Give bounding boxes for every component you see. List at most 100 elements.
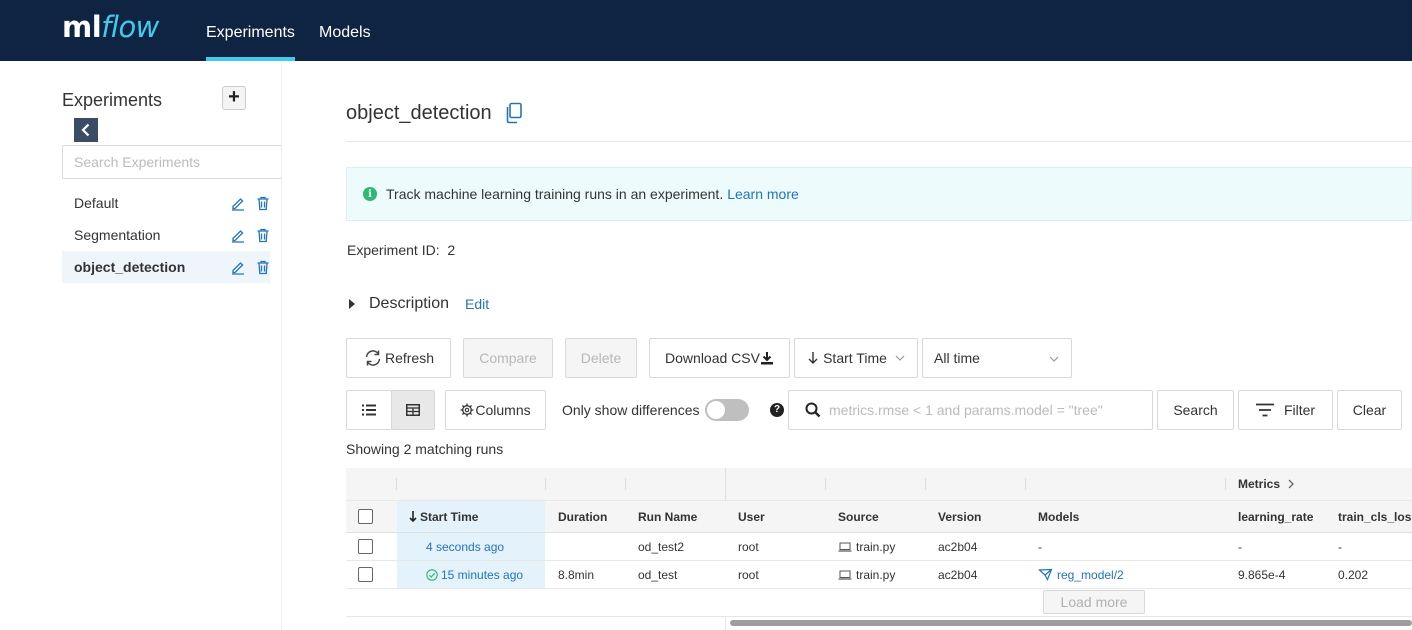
title-divider — [346, 141, 1412, 142]
time-range-select[interactable]: All time — [922, 338, 1072, 378]
load-more-button[interactable]: Load more — [1043, 590, 1145, 614]
edit-icon[interactable] — [230, 195, 246, 211]
sidebar-item-segmentation[interactable]: Segmentation — [62, 219, 270, 251]
column-header-row: Start Time Duration Run Name User Source… — [346, 500, 1412, 533]
column-header-user[interactable]: User — [726, 501, 826, 532]
filter-icon — [1255, 403, 1274, 417]
page-title: object_detection — [346, 102, 492, 124]
info-icon: i — [363, 187, 377, 201]
description-edit-link[interactable]: Edit — [465, 296, 489, 312]
sidebar-title: Experiments — [62, 90, 163, 110]
source-label: train.py — [856, 567, 896, 582]
cell-train-cls-loss: 0.202 — [1338, 567, 1369, 582]
trash-icon[interactable] — [255, 195, 271, 211]
add-experiment-button[interactable]: + — [222, 86, 246, 110]
collapse-sidebar-button[interactable] — [74, 118, 98, 142]
table-icon — [406, 404, 420, 416]
group-divider — [725, 468, 726, 500]
nav-models[interactable]: Models — [319, 0, 371, 61]
sidebar-divider — [281, 61, 282, 630]
model-link[interactable]: reg_model/2 — [1057, 568, 1124, 582]
clear-button[interactable]: Clear — [1337, 390, 1402, 430]
horizontal-scrollbar[interactable] — [730, 620, 1412, 626]
cell-models: - — [1038, 539, 1042, 554]
row-select-cell[interactable] — [346, 561, 396, 588]
cell-start-time[interactable]: 4 seconds ago — [397, 533, 545, 560]
metrics-group-header[interactable]: Metrics — [1226, 468, 1296, 500]
edit-icon[interactable] — [230, 227, 246, 243]
download-csv-button[interactable]: Download CSV — [649, 338, 790, 378]
trash-icon[interactable] — [255, 259, 271, 275]
question-icon[interactable]: ? — [770, 403, 784, 417]
column-header-train-cls-loss[interactable]: train_cls_loss — [1326, 501, 1412, 532]
edit-icon[interactable] — [230, 259, 246, 275]
column-separator — [925, 478, 926, 490]
list-icon — [362, 404, 376, 416]
download-icon — [760, 352, 773, 365]
experiment-id-value: 2 — [447, 242, 456, 258]
row-select-cell[interactable] — [346, 533, 396, 560]
column-header-version[interactable]: Version — [926, 501, 1026, 532]
sidebar-item-object-detection[interactable]: object_detection — [62, 251, 270, 283]
column-header-models[interactable]: Models — [1026, 501, 1226, 532]
select-all-cell[interactable] — [346, 501, 396, 532]
row-checkbox[interactable] — [358, 539, 373, 554]
table-bottom-border — [346, 616, 1412, 617]
search-button[interactable]: Search — [1157, 390, 1234, 430]
cell-version: ac2b04 — [938, 539, 978, 554]
chevron-right-icon — [1288, 479, 1294, 489]
runs-table: Metrics Start Time Duration Run Name Use… — [346, 468, 1412, 617]
chevron-left-icon — [81, 123, 90, 137]
delete-button[interactable]: Delete — [565, 338, 637, 378]
logo-ml-text: ml — [62, 10, 102, 44]
gear-icon — [460, 403, 474, 417]
column-header-learning-rate[interactable]: learning_rate — [1226, 501, 1326, 532]
trash-icon[interactable] — [255, 227, 271, 243]
description-label[interactable]: Description — [369, 295, 449, 313]
list-view-button[interactable] — [346, 390, 392, 430]
filter-button[interactable]: Filter — [1238, 390, 1333, 430]
run-search-input[interactable] — [829, 391, 1149, 429]
table-view-button[interactable] — [391, 390, 435, 430]
column-separator — [396, 478, 397, 490]
columns-button[interactable]: Columns — [445, 390, 546, 430]
column-header-source[interactable]: Source — [826, 501, 926, 532]
toggle-knob — [707, 401, 725, 419]
start-time-link[interactable]: 15 minutes ago — [441, 568, 523, 582]
mlflow-logo[interactable]: ml flow — [62, 10, 159, 50]
scroll-separator — [725, 616, 726, 630]
search-icon — [805, 402, 821, 418]
select-all-checkbox[interactable] — [358, 509, 373, 524]
table-row[interactable]: 15 minutes ago 8.8min od_test root train… — [346, 561, 1412, 589]
sort-down-icon — [409, 511, 417, 522]
cell-models[interactable]: reg_model/2 — [1026, 561, 1226, 588]
column-header-duration[interactable]: Duration — [546, 501, 626, 532]
sidebar-item-label: object_detection — [74, 259, 186, 275]
sidebar-item-label: Segmentation — [74, 227, 161, 243]
table-row[interactable]: 4 seconds ago od_test2 root train.py ac2… — [346, 533, 1412, 561]
search-experiments-input[interactable] — [62, 145, 282, 179]
cell-learning-rate: 9.865e-4 — [1238, 567, 1286, 582]
compare-button[interactable]: Compare — [463, 338, 553, 378]
learn-more-link[interactable]: Learn more — [727, 186, 799, 202]
nav-experiments[interactable]: Experiments — [206, 0, 295, 61]
alert-text: Track machine learning training runs in … — [386, 186, 724, 202]
column-header-run-name[interactable]: Run Name — [626, 501, 726, 532]
cell-source[interactable]: train.py — [826, 561, 926, 588]
sidebar-item-default[interactable]: Default — [62, 187, 270, 219]
copy-icon[interactable] — [504, 102, 524, 124]
row-checkbox[interactable] — [358, 567, 373, 582]
start-time-link[interactable]: 4 seconds ago — [426, 540, 504, 554]
cell-source[interactable]: train.py — [826, 533, 926, 560]
sort-by-select[interactable]: Start Time — [794, 338, 918, 378]
sidebar-item-label: Default — [74, 195, 119, 211]
columns-label: Columns — [475, 402, 531, 418]
cell-start-time[interactable]: 15 minutes ago — [397, 561, 545, 588]
refresh-button[interactable]: Refresh — [346, 338, 451, 378]
cell-duration: 8.8min — [558, 567, 595, 582]
time-range-value: All time — [934, 350, 980, 366]
column-header-start-time[interactable]: Start Time — [397, 501, 545, 532]
arrow-down-icon — [808, 352, 818, 364]
caret-right-icon[interactable] — [349, 299, 355, 309]
only-differences-toggle[interactable] — [705, 399, 749, 421]
